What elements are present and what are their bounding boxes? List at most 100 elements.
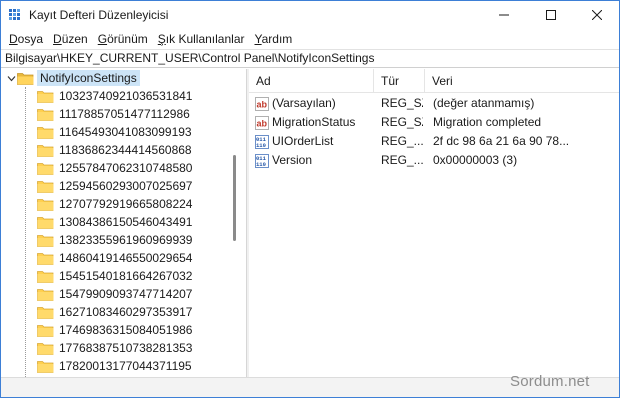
- tree-item[interactable]: 15479909093747714207: [37, 285, 192, 303]
- tree-item-label: 16271083460297353917: [59, 305, 193, 319]
- watermark: Sordum.net: [510, 373, 590, 390]
- tree-item[interactable]: 17469836315084051986: [37, 321, 192, 339]
- folder-icon: [37, 270, 54, 283]
- folder-icon: [37, 108, 54, 121]
- maximize-button[interactable]: [528, 1, 573, 29]
- list-row[interactable]: 011 110 Version REG_... 0x00000003 (3): [249, 151, 619, 170]
- minimize-button[interactable]: [481, 1, 526, 29]
- value-name: Version: [272, 153, 313, 167]
- tree-item-notifyiconsettings[interactable]: NotifyIconSettings: [5, 69, 140, 87]
- folder-icon: [37, 360, 54, 373]
- value-list[interactable]: Ad Tür Veri ab (Varsayılan) REG_SZ (değer a…: [249, 69, 619, 377]
- column-header-data[interactable]: Veri: [425, 69, 619, 93]
- folder-icon: [37, 198, 54, 211]
- value-name-cell: 011 110 Version: [255, 151, 375, 170]
- tree-item[interactable]: 11178857051477112986: [37, 105, 190, 123]
- string-value-icon: ab: [255, 96, 269, 111]
- menu-help[interactable]: Yardım: [250, 32, 298, 46]
- value-name-cell: ab MigrationStatus: [255, 113, 375, 132]
- svg-text:ab: ab: [257, 99, 268, 109]
- value-name: (Varsayılan): [272, 96, 336, 110]
- folder-icon: [37, 288, 54, 301]
- title-bar[interactable]: Kayıt Defteri Düzenleyicisi: [1, 1, 619, 29]
- tree-item[interactable]: 15451540181664267032: [37, 267, 192, 285]
- value-type: REG_...: [381, 134, 423, 148]
- folder-icon: [37, 90, 54, 103]
- tree-item-label: 11645493041083099193: [59, 125, 192, 139]
- folder-icon: [37, 234, 54, 247]
- close-icon: [591, 10, 602, 20]
- tree-item[interactable]: 12707792919665808224: [37, 195, 192, 213]
- tree-item-label: 12594560293007025697: [59, 179, 193, 193]
- menu-bar: Dosya Düzen Görünüm Şık Kullanılanlar Ya…: [1, 29, 619, 49]
- tree-item-label: 14860419146550029654: [59, 251, 193, 265]
- tree-item[interactable]: 14860419146550029654: [37, 249, 192, 267]
- list-row[interactable]: ab MigrationStatus REG_SZ Migration complet…: [249, 113, 619, 132]
- value-name: MigrationStatus: [272, 115, 356, 129]
- tree-item[interactable]: 12594560293007025697: [37, 177, 192, 195]
- folder-icon: [37, 306, 54, 319]
- collapse-arrow-icon[interactable]: [5, 69, 17, 87]
- list-header: Ad Tür Veri: [249, 69, 619, 93]
- tree-scrollbar-thumb[interactable]: [233, 155, 236, 241]
- svg-text:110: 110: [256, 161, 266, 168]
- registry-editor-window: Kayıt Defteri Düzenleyicisi Dosya Düzen …: [0, 0, 620, 398]
- binary-value-icon: 011110: [255, 134, 269, 149]
- tree-item-label: 11836862344414560868: [59, 143, 192, 157]
- value-data: 2f dc 98 6a 21 6a 90 78...: [433, 134, 570, 148]
- folder-icon: [37, 252, 54, 265]
- tree-scrollbar[interactable]: [229, 69, 241, 377]
- tree-item-label: 17768387510738281353: [59, 341, 193, 355]
- tree-item-label: 10323740921036531841: [59, 89, 193, 103]
- value-name: UIOrderList: [272, 134, 334, 148]
- tree-item[interactable]: 13084386150546043491: [37, 213, 192, 231]
- tree-item[interactable]: 16271083460297353917: [37, 303, 192, 321]
- svg-text:110: 110: [256, 142, 266, 149]
- value-type: REG_SZ: [381, 115, 423, 129]
- tree-item-label: 15451540181664267032: [59, 269, 193, 283]
- menu-edit[interactable]: Düzen: [48, 32, 93, 46]
- tree-item[interactable]: 10323740921036531841: [37, 87, 192, 105]
- window-title: Kayıt Defteri Düzenleyicisi: [29, 8, 169, 22]
- open-folder-icon: [17, 72, 34, 85]
- value-type: REG_SZ: [381, 96, 423, 110]
- tree-item-label: 11178857051477112986: [59, 107, 190, 121]
- column-header-name[interactable]: Ad: [249, 69, 374, 93]
- tree-item-label: 13823355961960969939: [59, 233, 193, 247]
- string-value-icon: ab: [255, 115, 269, 130]
- menu-file[interactable]: Dosya: [4, 32, 48, 46]
- value-name-cell: ab (Varsayılan): [255, 94, 375, 113]
- column-header-type[interactable]: Tür: [374, 69, 425, 93]
- folder-icon: [37, 216, 54, 229]
- menu-view[interactable]: Görünüm: [93, 32, 153, 46]
- list-row[interactable]: ab (Varsayılan) REG_SZ (değer atanmamış): [249, 94, 619, 113]
- value-name-cell: 011 110 UIOrderList: [255, 132, 375, 151]
- tree-children: 10323740921036531841 11178857051477112986…: [1, 87, 231, 377]
- tree-item-label: 17469836315084051986: [59, 323, 193, 337]
- tree-root-label: NotifyIconSettings: [37, 70, 140, 86]
- tree-item[interactable]: 17768387510738281353: [37, 339, 192, 357]
- tree-item[interactable]: 11645493041083099193: [37, 123, 192, 141]
- tree-item-label: 13084386150546043491: [59, 215, 193, 229]
- tree-item-label: 12707792919665808224: [59, 197, 193, 211]
- folder-icon: [37, 342, 54, 355]
- tree-item[interactable]: 13823355961960969939: [37, 231, 192, 249]
- address-bar[interactable]: Bilgisayar\HKEY_CURRENT_USER\Control Pan…: [1, 49, 619, 68]
- tree-item-label: 15479909093747714207: [59, 287, 193, 301]
- list-row[interactable]: 011 110 UIOrderList REG_... 2f dc 98 6a 21 6…: [249, 132, 619, 151]
- key-tree[interactable]: NotifyIconSettings 10323740921036531841 1…: [1, 69, 246, 377]
- folder-icon: [37, 126, 54, 139]
- tree-item[interactable]: 17820013177044371195: [37, 357, 192, 375]
- value-data: 0x00000003 (3): [433, 153, 518, 167]
- value-data: Migration completed: [433, 115, 542, 129]
- menu-favorites[interactable]: Şık Kullanılanlar: [153, 32, 250, 46]
- close-button[interactable]: [574, 1, 619, 29]
- tree-item-label: 17820013177044371195: [59, 359, 192, 373]
- tree-item[interactable]: 12557847062310748580: [37, 159, 192, 177]
- registry-app-icon: [9, 9, 20, 20]
- tree-item[interactable]: 11836862344414560868: [37, 141, 192, 159]
- maximize-icon: [545, 10, 556, 20]
- folder-icon: [37, 180, 54, 193]
- value-data: (değer atanmamış): [433, 96, 535, 110]
- folder-icon: [37, 324, 54, 337]
